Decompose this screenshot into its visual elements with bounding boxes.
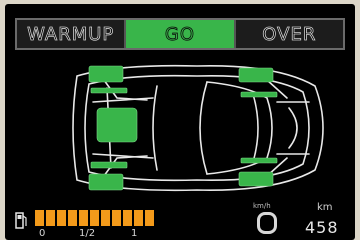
dashboard-screen: WARMUP GO OVER 0 1/2 1 km/h km 458 <box>5 4 355 240</box>
gear-indicator <box>257 212 277 234</box>
fuel-gauge-segment <box>57 210 66 226</box>
fuel-gauge-segment <box>101 210 110 226</box>
odometer-value: 458 <box>305 218 339 237</box>
fuel-gauge-segment <box>90 210 99 226</box>
fuel-gauge-segment <box>68 210 77 226</box>
tab-go[interactable]: GO <box>126 20 236 48</box>
fuel-label-empty: 0 <box>39 228 46 239</box>
fuel-gauge-segment <box>112 210 121 226</box>
fuel-gauge-segment <box>35 210 44 226</box>
fuel-gauge-segment <box>79 210 88 226</box>
car-top-view-icon <box>72 64 324 192</box>
odometer-label: km <box>317 202 333 213</box>
fuel-label-half: 1/2 <box>79 228 96 239</box>
tab-warmup[interactable]: WARMUP <box>17 20 127 48</box>
fuel-gauge-labels: 0 1/2 1 <box>35 228 145 240</box>
mode-tabs: WARMUP GO OVER <box>15 18 345 50</box>
speed-unit: km/h <box>253 202 271 210</box>
fuel-gauge-segment <box>134 210 143 226</box>
fuel-pump-icon <box>15 212 27 229</box>
fuel-gauge-segment <box>145 210 154 226</box>
fuel-gauge-segment <box>46 210 55 226</box>
fuel-gauge <box>35 210 154 226</box>
fuel-label-full: 1 <box>131 228 138 239</box>
tab-over[interactable]: OVER <box>235 20 343 48</box>
fuel-gauge-segment <box>123 210 132 226</box>
status-bar: 0 1/2 1 km/h km 458 <box>5 200 355 240</box>
